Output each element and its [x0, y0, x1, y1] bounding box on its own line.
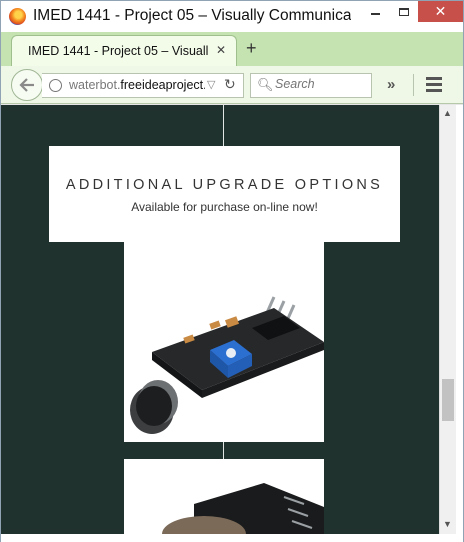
- search-icon: 🔍︎: [257, 77, 274, 92]
- browser-window: IMED 1441 - Project 05 – Visually Commun…: [0, 0, 464, 542]
- dropdown-arrow-icon[interactable]: ▽: [207, 78, 215, 91]
- page-subheading: Available for purchase on-line now!: [131, 200, 318, 214]
- scroll-down-icon[interactable]: ▼: [443, 519, 452, 529]
- tab-strip: IMED 1441 - Project 05 – Visuall… ✕ +: [1, 32, 463, 66]
- tab-active[interactable]: IMED 1441 - Project 05 – Visuall… ✕: [11, 35, 237, 66]
- back-arrow-icon: [19, 78, 34, 92]
- sound-sensor-image: [124, 242, 324, 442]
- window-bottom-frame: [1, 534, 463, 542]
- url-text: waterbot.freeideaproject.: [69, 78, 205, 92]
- tab-label: IMED 1441 - Project 05 – Visuall…: [28, 44, 208, 58]
- vertical-scrollbar[interactable]: ▲ ▼: [439, 105, 456, 534]
- gas-sensor-module-illustration: [162, 483, 324, 534]
- tab-close-icon[interactable]: ✕: [216, 43, 226, 57]
- search-input[interactable]: [275, 77, 367, 91]
- page-content: ADDITIONAL UPGRADE OPTIONS Available for…: [1, 105, 439, 534]
- close-window-button[interactable]: ✕: [418, 1, 463, 22]
- window-right-frame: [456, 105, 463, 534]
- minimize-button[interactable]: [362, 1, 389, 22]
- window-title: IMED 1441 - Project 05 – Visually Commun…: [33, 7, 351, 24]
- back-button[interactable]: [11, 69, 43, 101]
- minimize-icon: [371, 13, 380, 15]
- title-bar: IMED 1441 - Project 05 – Visually Commun…: [1, 1, 463, 32]
- close-icon: ✕: [434, 3, 447, 19]
- new-tab-button[interactable]: +: [246, 39, 257, 57]
- toolbar-overflow-button[interactable]: »: [387, 76, 395, 93]
- url-prefix: waterbot.: [69, 78, 121, 92]
- navigation-toolbar: waterbot.freeideaproject. ▽ ↻ 🔍︎ »: [1, 66, 463, 104]
- upgrade-options-card: ADDITIONAL UPGRADE OPTIONS Available for…: [49, 146, 400, 242]
- globe-icon: [49, 79, 62, 92]
- hamburger-menu-icon[interactable]: [426, 77, 442, 95]
- url-domain: freeideaproject.: [120, 78, 205, 92]
- toolbar-separator: [413, 74, 414, 96]
- reload-icon[interactable]: ↻: [224, 76, 236, 93]
- scrollbar-thumb[interactable]: [442, 379, 454, 421]
- search-box[interactable]: 🔍︎: [250, 73, 372, 98]
- gas-sensor-image: [124, 459, 324, 534]
- page-heading: ADDITIONAL UPGRADE OPTIONS: [65, 177, 384, 193]
- scroll-up-icon[interactable]: ▲: [443, 108, 452, 118]
- maximize-button[interactable]: [390, 1, 417, 22]
- firefox-logo-icon: [9, 8, 26, 25]
- maximize-icon: [398, 7, 409, 16]
- address-bar[interactable]: waterbot.freeideaproject. ▽ ↻: [42, 73, 244, 98]
- sound-sensor-module-illustration: [130, 296, 324, 434]
